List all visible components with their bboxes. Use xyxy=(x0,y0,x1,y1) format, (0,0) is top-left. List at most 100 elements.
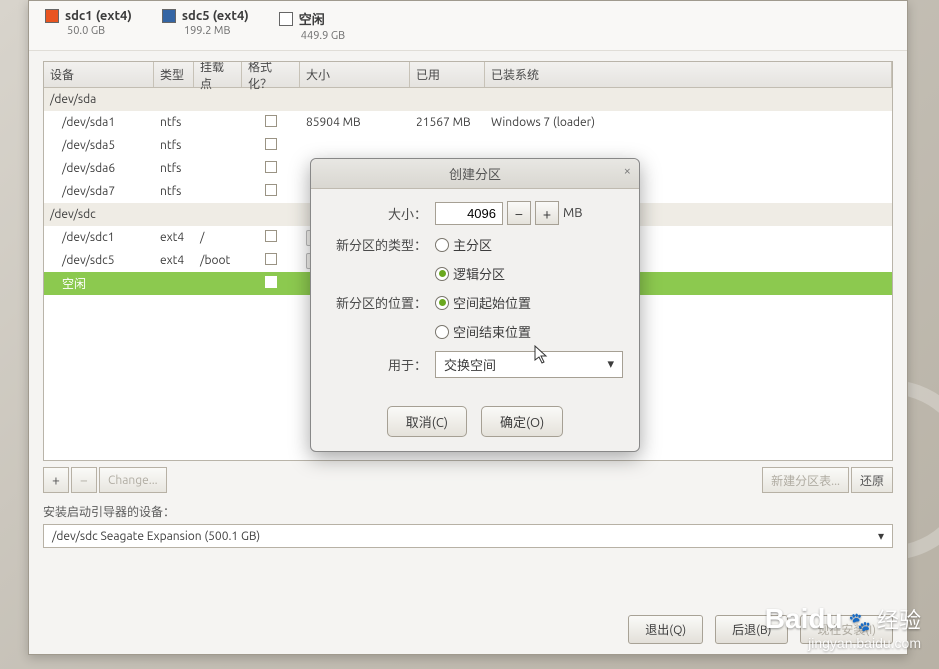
cell-format xyxy=(242,227,300,248)
watermark-cn: 经验 xyxy=(877,603,921,635)
cell-used: 21567 MB xyxy=(410,113,485,132)
use-as-select[interactable]: 交换空间 ▾ xyxy=(435,351,623,378)
radio-icon xyxy=(435,267,449,281)
legend-swatch-sdc5 xyxy=(162,9,176,23)
size-increment-button[interactable]: + xyxy=(535,201,559,225)
legend-size: 50.0 GB xyxy=(67,25,132,37)
cell-used xyxy=(410,143,485,149)
add-partition-button[interactable]: + xyxy=(43,467,69,493)
cell-type: ntfs xyxy=(154,159,194,178)
size-label: 大小： xyxy=(327,204,427,223)
th-size[interactable]: 大小 xyxy=(300,62,410,87)
use-as-label: 用于： xyxy=(327,355,427,374)
cell-device: /dev/sdc1 xyxy=(44,228,154,247)
cell-system xyxy=(485,97,892,103)
cell-size xyxy=(300,97,410,103)
radio-primary[interactable]: 主分区 xyxy=(435,235,492,254)
cell-type: ntfs xyxy=(154,113,194,132)
cell-mount xyxy=(194,143,242,149)
cell-type xyxy=(154,281,194,287)
cell-format xyxy=(242,181,300,202)
paw-icon: 🐾 xyxy=(849,612,871,633)
format-checkbox[interactable] xyxy=(265,253,277,265)
format-checkbox[interactable] xyxy=(265,115,277,127)
cell-device: /dev/sda7 xyxy=(44,182,154,201)
legend-label: sdc1 (ext4) xyxy=(65,9,132,23)
th-device[interactable]: 设备 xyxy=(44,62,154,87)
size-decrement-button[interactable]: − xyxy=(507,201,531,225)
ok-button[interactable]: 确定(O) xyxy=(481,406,563,437)
legend-size: 449.9 GB xyxy=(301,30,345,42)
radio-label: 主分区 xyxy=(453,235,492,254)
radio-location-end[interactable]: 空间结束位置 xyxy=(435,322,623,341)
new-partition-table-button[interactable]: 新建分区表... xyxy=(762,467,849,493)
radio-location-begin[interactable]: 空间起始位置 xyxy=(435,293,531,312)
th-mount[interactable]: 挂载点 xyxy=(194,62,242,87)
format-checkbox[interactable] xyxy=(265,276,277,288)
legend-label: sdc5 (ext4) xyxy=(182,9,249,23)
table-row[interactable]: /dev/sda5ntfs xyxy=(44,134,892,157)
cell-type xyxy=(154,212,194,218)
th-type[interactable]: 类型 xyxy=(154,62,194,87)
create-partition-dialog: 创建分区 × 大小： − + MB 新分区的类型： 主分区 xyxy=(310,158,640,452)
cell-format xyxy=(242,135,300,156)
format-checkbox[interactable] xyxy=(265,184,277,196)
radio-icon xyxy=(435,296,449,310)
use-as-value: 交换空间 xyxy=(444,355,496,374)
remove-partition-button[interactable]: − xyxy=(71,467,97,493)
cell-type: ntfs xyxy=(154,136,194,155)
format-checkbox[interactable] xyxy=(265,230,277,242)
bootloader-label: 安装启动引导器的设备： xyxy=(43,503,893,520)
toolbar: + − Change... 新建分区表... 还原 xyxy=(43,465,893,495)
cell-mount xyxy=(194,120,242,126)
dialog-title-bar[interactable]: 创建分区 × xyxy=(311,159,639,189)
cell-format xyxy=(242,97,300,103)
table-header: 设备 类型 挂载点 格式化？ 大小 已用 已装系统 xyxy=(44,62,892,88)
legend-bar: sdc1 (ext4) 50.0 GB sdc5 (ext4) 199.2 MB… xyxy=(29,1,907,51)
revert-button[interactable]: 还原 xyxy=(851,467,893,493)
cell-device: 空闲 xyxy=(44,272,154,295)
close-icon[interactable]: × xyxy=(624,164,631,178)
legend-item: sdc1 (ext4) 50.0 GB xyxy=(45,9,132,42)
cell-type: ext4 xyxy=(154,228,194,247)
cell-device: /dev/sda5 xyxy=(44,136,154,155)
cancel-button[interactable]: 取消(C) xyxy=(387,406,467,437)
quit-button[interactable]: 退出(Q) xyxy=(628,615,703,644)
size-input[interactable] xyxy=(435,202,503,225)
size-unit: MB xyxy=(563,206,583,220)
legend-item: 空闲 449.9 GB xyxy=(279,9,345,42)
cell-mount: / xyxy=(194,228,242,247)
cell-format xyxy=(242,158,300,179)
radio-label: 逻辑分区 xyxy=(453,264,505,283)
format-checkbox[interactable] xyxy=(265,161,277,173)
th-used[interactable]: 已用 xyxy=(410,62,485,87)
table-row[interactable]: /dev/sda1ntfs85904 MB21567 MBWindows 7 (… xyxy=(44,111,892,134)
th-format[interactable]: 格式化？ xyxy=(242,62,300,87)
cell-system: Windows 7 (loader) xyxy=(485,113,892,132)
radio-icon xyxy=(435,238,449,252)
change-partition-button[interactable]: Change... xyxy=(99,467,167,493)
format-checkbox[interactable] xyxy=(265,138,277,150)
radio-logical[interactable]: 逻辑分区 xyxy=(435,264,623,283)
cell-format xyxy=(242,273,300,294)
cell-device: /dev/sdc5 xyxy=(44,251,154,270)
legend-swatch-free xyxy=(279,12,293,26)
table-row[interactable]: /dev/sda xyxy=(44,88,892,111)
cell-format xyxy=(242,112,300,133)
th-system[interactable]: 已装系统 xyxy=(485,62,892,87)
cell-mount xyxy=(194,212,242,218)
legend-swatch-sdc1 xyxy=(45,9,59,23)
watermark-brand: Baidu xyxy=(765,603,843,635)
cell-size: 85904 MB xyxy=(300,113,410,132)
watermark: Baidu 🐾 经验 jingyan.baidu.com xyxy=(765,603,921,651)
watermark-url: jingyan.baidu.com xyxy=(765,635,921,651)
cell-mount xyxy=(194,97,242,103)
cell-mount xyxy=(194,166,242,172)
cell-format xyxy=(242,250,300,271)
radio-icon xyxy=(435,325,449,339)
cell-mount xyxy=(194,189,242,195)
bootloader-select[interactable]: /dev/sdc Seagate Expansion (500.1 GB) ▾ xyxy=(43,524,893,548)
cell-type: ext4 xyxy=(154,251,194,270)
cell-system xyxy=(485,143,892,149)
cell-device: /dev/sdc xyxy=(44,205,154,224)
